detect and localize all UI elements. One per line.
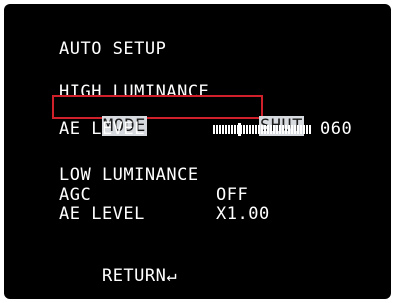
slider-tick (291, 125, 293, 134)
slider-tick (285, 125, 287, 134)
slider-tick (267, 125, 269, 134)
menu-title: AUTO SETUP (59, 39, 167, 59)
slider-tick (216, 125, 218, 134)
return-label: RETURN (101, 266, 167, 286)
slider-tick (228, 125, 230, 134)
ae-level-slider-graphic (213, 123, 311, 136)
slider-tick (273, 125, 275, 134)
agc-label: AGC (59, 185, 92, 205)
high-ae-level-value: 060 (320, 119, 353, 139)
low-ae-level-value[interactable]: X1.00 (216, 205, 270, 223)
slider-tick (243, 125, 245, 134)
slider-tick (255, 125, 257, 134)
slider-tick (300, 125, 302, 134)
slider-tick (282, 125, 284, 134)
slider-tick (276, 125, 278, 134)
slider-tick (264, 125, 266, 134)
ae-level-slider[interactable] (213, 123, 314, 136)
slider-tick (213, 125, 215, 134)
agc-value[interactable]: OFF (216, 186, 248, 204)
slider-tick (258, 125, 260, 134)
slider-tick (270, 125, 272, 134)
slider-tick (261, 125, 263, 134)
return-item[interactable]: RETURN↵ (59, 249, 177, 299)
low-luminance-heading: LOW LUMINANCE (59, 165, 199, 185)
slider-tick (297, 125, 299, 134)
slider-tick (303, 125, 305, 134)
high-ae-level-label: AE LEVEL (59, 119, 145, 139)
slider-tick (246, 125, 248, 134)
slider-tick (225, 125, 227, 134)
slider-tick (234, 125, 236, 134)
slider-tick (231, 125, 233, 134)
slider-tick (249, 125, 251, 134)
slider-tick (252, 125, 254, 134)
return-arrow-icon: ↵ (166, 266, 178, 286)
slider-tick (309, 125, 311, 134)
osd-menu-screen: AUTO SETUP HIGH LUMINANCE MODE SHUT AE L… (4, 4, 391, 299)
slider-tick (306, 125, 308, 134)
slider-tick (294, 125, 296, 134)
slider-tick (288, 125, 290, 134)
slider-tick (219, 125, 221, 134)
slider-marker (238, 123, 241, 136)
slider-tick (222, 125, 224, 134)
slider-tick (279, 125, 281, 134)
low-ae-level-label: AE LEVEL (59, 204, 145, 224)
